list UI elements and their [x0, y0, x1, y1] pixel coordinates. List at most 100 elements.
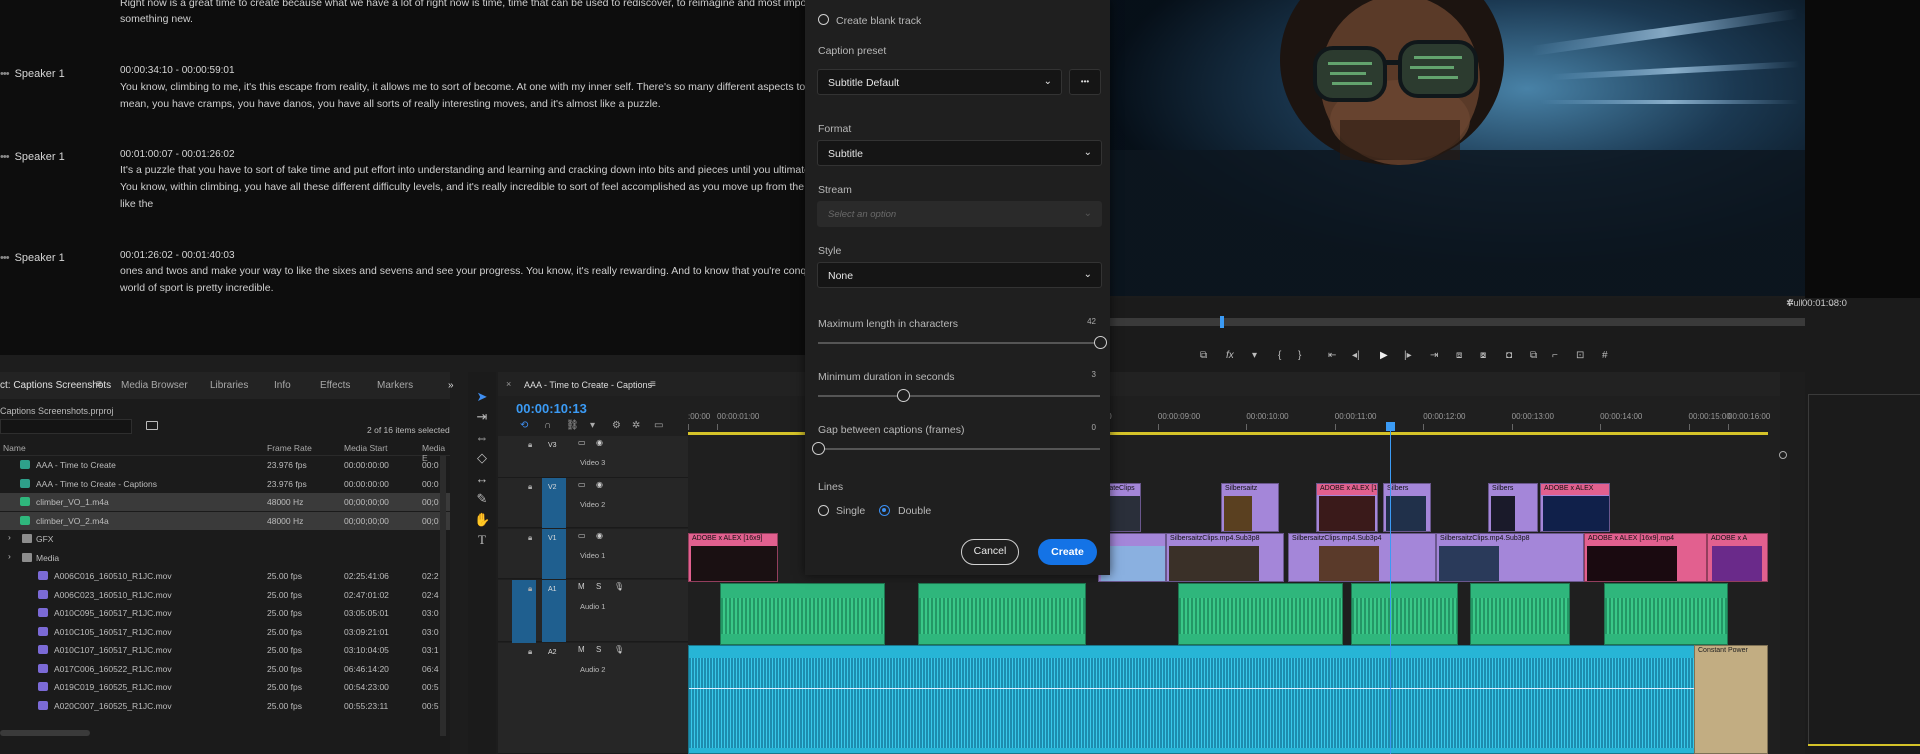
- marker-icon[interactable]: ▾: [590, 420, 595, 431]
- monitor-video-frame[interactable]: [1110, 0, 1805, 298]
- audio-clip[interactable]: [1604, 583, 1728, 645]
- max-length-slider[interactable]: [818, 342, 1100, 344]
- eye-icon[interactable]: ◉: [596, 480, 603, 489]
- track-header-a1[interactable]: A1 🔒︎ M S 🎙︎ Audio 1: [498, 580, 688, 692]
- mic-icon[interactable]: 🎙︎: [614, 645, 624, 654]
- style-select[interactable]: None ⌄: [817, 262, 1102, 288]
- insert-icon[interactable]: ⧈: [1456, 350, 1462, 361]
- export-frame-icon[interactable]: ⧉: [1200, 350, 1207, 361]
- video-clip[interactable]: SilbersaitzClips.mp4.Sub3p8: [1436, 533, 1584, 582]
- more-options-button[interactable]: •••: [1069, 69, 1101, 95]
- solo-icon[interactable]: S: [596, 582, 601, 591]
- single-radio[interactable]: [818, 505, 829, 516]
- snap-icon[interactable]: ∩: [544, 420, 551, 431]
- gap-slider[interactable]: [818, 448, 1100, 450]
- panel-menu-icon[interactable]: ≡: [650, 379, 656, 390]
- transcript-line[interactable]: ones and twos and make your way to like …: [120, 263, 805, 280]
- track-header-v2[interactable]: V2 🔒︎ ▭ ◉ Video 2: [498, 478, 688, 528]
- project-item-row[interactable]: climber_VO_2.m4a 48000 Hz 00;00;00;00 00;0: [0, 511, 450, 530]
- mark-out-icon[interactable]: }: [1298, 350, 1301, 361]
- transcript-line[interactable]: You know, within climbing, you have all …: [120, 179, 805, 196]
- audio-clip[interactable]: [1178, 583, 1343, 645]
- speaker-label[interactable]: ••• Speaker 1: [0, 252, 65, 264]
- min-duration-knob[interactable]: [896, 389, 910, 402]
- track-select-tool-icon[interactable]: ⇥: [474, 409, 490, 425]
- zoom-knob[interactable]: [1779, 451, 1787, 459]
- project-item-row[interactable]: A010C107_160517_R1JC.mov 25.00 fps 03:10:0…: [0, 641, 450, 659]
- track-target[interactable]: [542, 643, 566, 754]
- speaker-label[interactable]: ••• Speaker 1: [0, 68, 65, 80]
- razor-tool-icon[interactable]: ◇: [474, 450, 490, 466]
- transcript-line[interactable]: You know, climbing to me, it's this esca…: [120, 79, 805, 96]
- video-clip[interactable]: ADOBE x A: [1707, 533, 1768, 582]
- audio-clip[interactable]: [1470, 583, 1570, 645]
- project-item-row[interactable]: A010C105_160517_R1JC.mov 25.00 fps 03:09:2…: [0, 623, 450, 641]
- step-back-icon[interactable]: ◂|: [1352, 350, 1360, 361]
- add-marker-icon[interactable]: ▾: [1252, 350, 1257, 361]
- go-to-out-icon[interactable]: ⇥: [1430, 350, 1438, 361]
- project-item-row[interactable]: A006C016_160510_R1JC.mov 25.00 fps 02:25:4…: [0, 567, 450, 585]
- video-clip[interactable]: Silbers: [1488, 483, 1538, 532]
- audio-clip[interactable]: [918, 583, 1086, 645]
- transcript-line[interactable]: mean, you have cramps, you have danos, y…: [120, 96, 805, 113]
- trim-icon[interactable]: ⌐: [1552, 350, 1558, 361]
- tab-info[interactable]: Info: [274, 380, 291, 391]
- sync-lock-icon[interactable]: ▭: [578, 531, 586, 540]
- project-item-row[interactable]: A017C006_160522_R1JC.mov 25.00 fps 06:46:1…: [0, 660, 450, 678]
- transcript-line[interactable]: something new.: [120, 11, 805, 28]
- lock-icon[interactable]: 🔒︎: [528, 482, 532, 492]
- wrench-icon[interactable]: ✲: [632, 420, 640, 431]
- create-button[interactable]: Create: [1038, 539, 1097, 565]
- close-icon[interactable]: ×: [506, 379, 511, 389]
- video-clip[interactable]: ADOBE x ALEX [16x9].mp4: [1584, 533, 1707, 582]
- speaker-menu-icon[interactable]: •••: [0, 151, 10, 163]
- playhead-timecode[interactable]: 00:00:10:13: [516, 401, 587, 416]
- double-radio[interactable]: [879, 505, 890, 516]
- grid-icon[interactable]: #: [1602, 350, 1608, 361]
- project-item-row[interactable]: A006C023_160510_R1JC.mov 25.00 fps 02:47:0…: [0, 586, 450, 604]
- tab-effects[interactable]: Effects: [320, 380, 350, 391]
- project-item-row[interactable]: climber_VO_1.m4a 48000 Hz 00;00;00;00 00;0: [0, 493, 450, 511]
- tab-libraries[interactable]: Libraries: [210, 380, 248, 391]
- max-length-knob[interactable]: [1094, 336, 1107, 349]
- vertical-scrollbar[interactable]: [440, 456, 446, 736]
- col-name[interactable]: Name: [3, 443, 26, 453]
- project-item-row[interactable]: A019C019_160525_R1JC.mov 25.00 fps 00:54:2…: [0, 678, 450, 696]
- play-icon[interactable]: ▶: [1380, 350, 1388, 361]
- video-clip[interactable]: ADOBE x ALEX [16x9]: [1316, 483, 1378, 532]
- mute-icon[interactable]: M: [578, 645, 585, 654]
- project-item-row[interactable]: A010C095_160517_R1JC.mov 25.00 fps 03:05:0…: [0, 604, 450, 622]
- tabs-overflow-icon[interactable]: »: [448, 380, 454, 391]
- settings-icon[interactable]: ⚙: [612, 420, 621, 431]
- linked-icon[interactable]: ⛓: [566, 420, 579, 431]
- overwrite-icon[interactable]: ⧇: [1480, 350, 1486, 361]
- transcript-line[interactable]: like the: [120, 196, 805, 213]
- bin-row[interactable]: › GFX: [0, 530, 450, 548]
- stream-select[interactable]: Select an option ⌄: [817, 201, 1102, 227]
- video-clip[interactable]: SilbersaitzClips.mp4.Sub3p8: [1166, 533, 1284, 582]
- track-header-v1[interactable]: V1 🔒︎ ▭ ◉ Video 1: [498, 529, 688, 579]
- gap-knob[interactable]: [812, 442, 825, 455]
- pen-tool-icon[interactable]: ✎: [474, 491, 490, 507]
- scrubber-bar[interactable]: [1110, 318, 1805, 326]
- video-clip[interactable]: ADOBE x ALEX: [1540, 483, 1610, 532]
- lock-icon[interactable]: 🔒︎: [528, 533, 532, 543]
- format-select[interactable]: Subtitle ⌄: [817, 140, 1102, 166]
- search-input[interactable]: [0, 419, 132, 434]
- track-header-a2[interactable]: A2 🔒︎ M S 🎙︎ Audio 2: [498, 643, 688, 754]
- min-duration-slider[interactable]: [818, 395, 1100, 397]
- speaker-label[interactable]: ••• Speaker 1: [0, 151, 65, 163]
- hand-tool-icon[interactable]: ✋: [474, 512, 490, 528]
- type-tool-icon[interactable]: T: [474, 532, 490, 548]
- speaker-menu-icon[interactable]: •••: [0, 68, 10, 80]
- mark-in-icon[interactable]: {: [1278, 350, 1281, 361]
- selection-tool-icon[interactable]: ➤: [474, 389, 490, 405]
- compare-icon[interactable]: ⧉: [1530, 350, 1537, 361]
- video-clip[interactable]: Silbersaitz: [1221, 483, 1279, 532]
- cancel-button[interactable]: Cancel: [961, 539, 1019, 565]
- sync-lock-icon[interactable]: ▭: [578, 438, 586, 447]
- horizontal-scrollbar[interactable]: [0, 730, 90, 736]
- project-item-row[interactable]: AAA - Time to Create 23.976 fps 00:00:00:0…: [0, 456, 450, 474]
- nest-icon[interactable]: ⟲: [520, 420, 528, 431]
- eye-icon[interactable]: ◉: [596, 531, 603, 540]
